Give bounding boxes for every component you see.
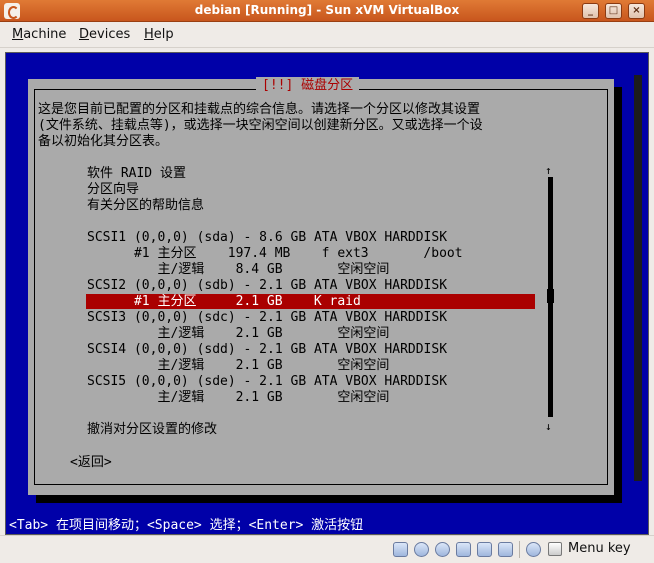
disk-row[interactable]: SCSI1 (0,0,0) (sda) - 8.6 GB ATA VBOX HA… bbox=[87, 230, 447, 246]
dialog-shadow bbox=[634, 75, 642, 481]
menu-option-raid[interactable]: 软件 RAID 设置 bbox=[87, 166, 186, 182]
description-line: 这是您目前已配置的分区和挂载点的综合信息。请选择一个分区以修改其设置 bbox=[38, 102, 481, 117]
free-space-row[interactable]: 主/逻辑 8.4 GB 空闲空间 bbox=[87, 262, 389, 278]
disk-row[interactable]: SCSI3 (0,0,0) (sdc) - 2.1 GB ATA VBOX HA… bbox=[87, 310, 447, 326]
disk-row[interactable]: SCSI4 (0,0,0) (sdd) - 2.1 GB ATA VBOX HA… bbox=[87, 342, 447, 358]
scroll-up-icon[interactable]: ↑ bbox=[545, 165, 552, 177]
back-button[interactable]: <返回> bbox=[70, 451, 112, 470]
menu-help-mnemonic: H bbox=[144, 27, 154, 42]
maximize-button[interactable]: □ bbox=[605, 3, 622, 19]
vm-display[interactable]: [!!] 磁盘分区 这是您目前已配置的分区和挂载点的综合信息。请选择一个分区以修… bbox=[5, 52, 649, 535]
scrollbar-thumb[interactable] bbox=[547, 289, 554, 303]
menu-machine-label: achine bbox=[23, 27, 67, 42]
host-key-label: Menu key bbox=[568, 541, 631, 556]
free-space-row[interactable]: 主/逻辑 2.1 GB 空闲空间 bbox=[87, 390, 389, 406]
menu-devices[interactable]: Devices bbox=[79, 27, 130, 42]
cd-dvd-icon[interactable] bbox=[414, 542, 429, 557]
free-space-row[interactable]: 主/逻辑 2.1 GB 空闲空间 bbox=[87, 326, 389, 342]
menu-devices-mnemonic: D bbox=[79, 27, 90, 42]
menu-machine[interactable]: Machine bbox=[12, 27, 66, 42]
status-bar: Menu key bbox=[0, 535, 654, 563]
mouse-integration-icon[interactable] bbox=[526, 542, 541, 557]
partition-dialog: [!!] 磁盘分区 这是您目前已配置的分区和挂载点的综合信息。请选择一个分区以修… bbox=[28, 77, 614, 495]
description-line: 备以初始化其分区表。 bbox=[38, 134, 169, 149]
menu-machine-mnemonic: M bbox=[12, 27, 24, 42]
usb-icon[interactable] bbox=[477, 542, 492, 557]
menu-help-label: elp bbox=[153, 27, 174, 42]
free-space-row[interactable]: 主/逻辑 2.1 GB 空闲空间 bbox=[87, 358, 389, 374]
host-key-icon bbox=[548, 542, 562, 556]
menu-help[interactable]: Help bbox=[144, 27, 174, 42]
scroll-down-icon[interactable]: ↓ bbox=[545, 421, 552, 433]
floppy-icon[interactable] bbox=[435, 542, 450, 557]
hard-disk-icon[interactable] bbox=[393, 542, 408, 557]
disk-row[interactable]: SCSI2 (0,0,0) (sdb) - 2.1 GB ATA VBOX HA… bbox=[87, 278, 447, 294]
partition-row[interactable]: #1 主分区 197.4 MB f ext3 /boot bbox=[87, 246, 463, 262]
close-button[interactable]: × bbox=[628, 3, 645, 19]
status-separator bbox=[519, 541, 520, 558]
shared-folders-icon[interactable] bbox=[498, 542, 513, 557]
menu-bar: Machine Devices Help bbox=[0, 22, 654, 48]
title-bar[interactable]: debian [Running] - Sun xVM VirtualBox _ … bbox=[0, 0, 654, 22]
disk-row[interactable]: SCSI5 (0,0,0) (sde) - 2.1 GB ATA VBOX HA… bbox=[87, 374, 447, 390]
menu-option-help[interactable]: 有关分区的帮助信息 bbox=[87, 198, 204, 214]
key-help-line: <Tab> 在项目间移动；<Space> 选择；<Enter> 激活按钮 bbox=[9, 518, 364, 533]
undo-changes-option[interactable]: 撤消对分区设置的修改 bbox=[87, 422, 217, 438]
dialog-title: [!!] 磁盘分区 bbox=[256, 77, 360, 97]
partition-row-selected[interactable]: #1 主分区 2.1 GB K raid bbox=[87, 294, 361, 310]
menu-devices-label: evices bbox=[89, 27, 131, 42]
network-icon[interactable] bbox=[456, 542, 471, 557]
window-title: debian [Running] - Sun xVM VirtualBox bbox=[194, 3, 460, 17]
minimize-button[interactable]: _ bbox=[582, 3, 599, 19]
description-line: (文件系统、挂载点等)，或选择一块空闲空间以创建新分区。又或选择一个设 bbox=[38, 118, 483, 133]
menu-option-guided[interactable]: 分区向导 bbox=[87, 182, 139, 198]
